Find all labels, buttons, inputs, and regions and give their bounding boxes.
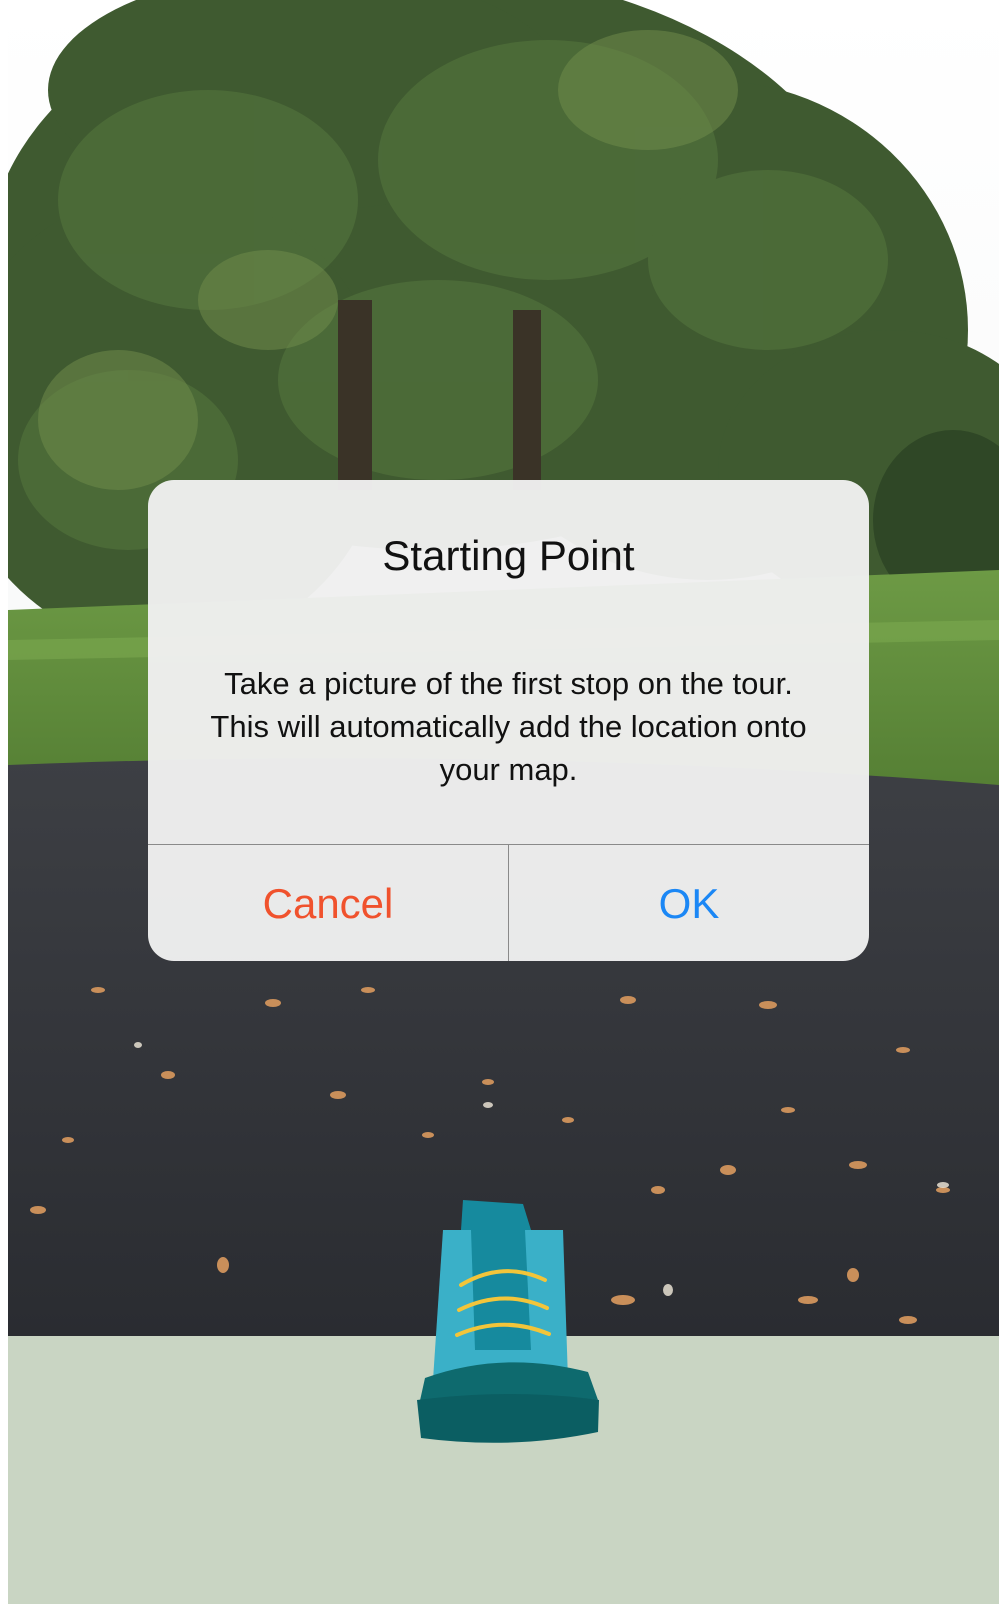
app-screen: Starting Point Take a picture of the fir… — [8, 0, 999, 1604]
dialog-message: Take a picture of the first stop on the … — [210, 666, 807, 787]
ok-button[interactable]: OK — [509, 845, 869, 961]
cancel-button[interactable]: Cancel — [148, 845, 509, 961]
starting-point-dialog: Starting Point Take a picture of the fir… — [148, 480, 869, 961]
dialog-title: Starting Point — [382, 532, 635, 579]
dialog-actions: Cancel OK — [148, 844, 869, 961]
hiking-boot-icon[interactable] — [403, 1200, 608, 1465]
